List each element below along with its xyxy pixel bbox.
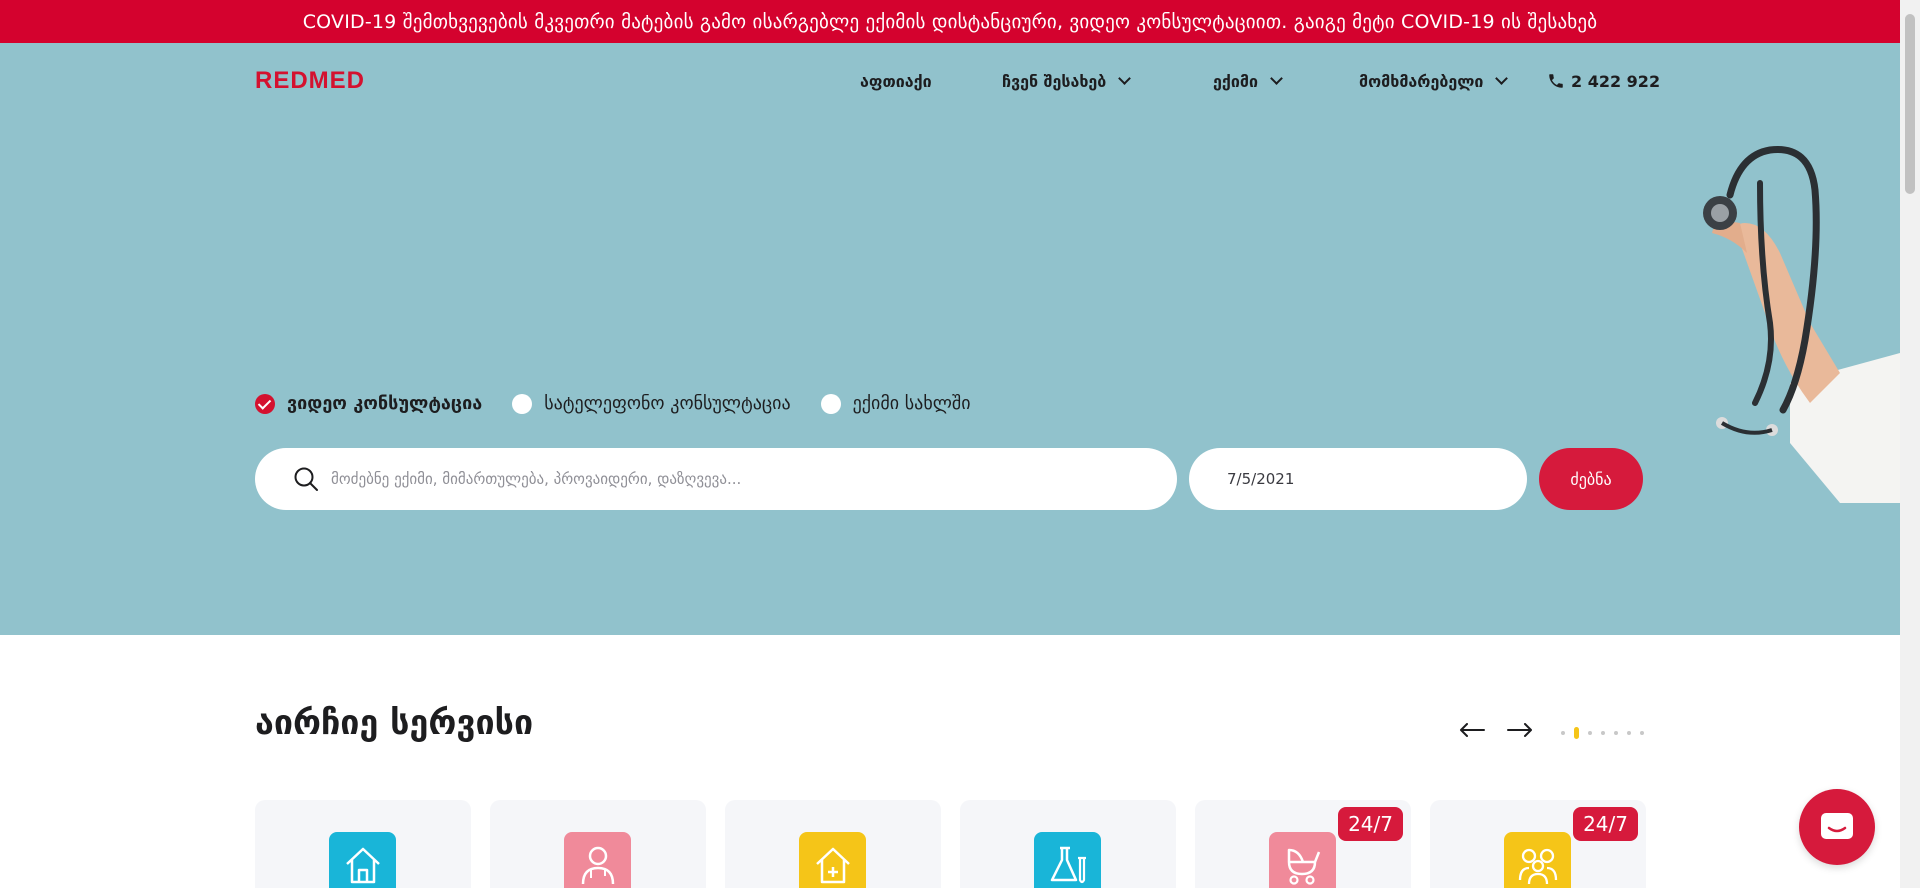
carousel-dot[interactable] [1614,731,1618,735]
radio-icon[interactable] [820,393,841,414]
phone-icon [1549,74,1563,88]
radio-checked-icon[interactable] [255,393,275,414]
home-icon [329,832,396,888]
nav-about-label: ჩვენ შესახებ [1002,71,1107,91]
service-card-home-care[interactable] [725,800,941,888]
hero-section: REDMED აფთიაქი ჩვენ შესახებ ექიმი მომხმა… [0,43,1900,635]
chevron-down-icon [1495,72,1509,85]
nav-doctor[interactable]: ექიმი [1213,65,1283,97]
service-card-home[interactable] [255,800,471,888]
option-home-label[interactable]: ექიმი სახლში [853,393,971,414]
lab-flask-icon [1034,832,1101,888]
service-card-lab[interactable] [960,800,1176,888]
arrow-left-icon[interactable] [1459,723,1485,737]
covid-banner[interactable]: COVID-19 შემთხვევების მკვეთრი მატების გა… [0,0,1900,43]
nav-phone[interactable]: 2 422 922 [1547,65,1660,97]
group-icon [1504,832,1571,888]
service-card-doctor[interactable] [490,800,706,888]
option-phone[interactable]: სატელეფონო კონსულტაცია [512,393,791,414]
section-title: აირჩიე სერვისი [255,703,534,743]
option-home[interactable]: ექიმი სახლში [820,393,971,414]
carousel-dot[interactable] [1588,731,1592,735]
option-video[interactable]: ვიდეო კონსულტაცია [255,393,482,414]
nav-pharmacy-label: აფთიაქი [860,71,932,91]
date-input[interactable]: 7/5/2021 [1189,448,1527,510]
banner-text[interactable]: COVID-19 შემთხვევების მკვეთრი მატების გა… [303,11,1598,33]
badge-24-7: 24/7 [1573,807,1638,841]
carousel-dot[interactable] [1561,731,1565,735]
chevron-down-icon [1270,72,1283,85]
logo[interactable]: REDMED [255,67,365,95]
phone-number: 2 422 922 [1571,71,1661,91]
chat-widget-button[interactable] [1799,789,1875,865]
search-button[interactable]: ძებნა [1539,448,1643,510]
arrow-right-icon[interactable] [1507,723,1533,737]
option-phone-label[interactable]: სატელეფონო კონსულტაცია [544,393,790,414]
search-icon [294,467,318,491]
search-input[interactable]: მოძებნე ექიმი, მიმართულება, პროვაიდერი, … [255,448,1177,510]
badge-24-7: 24/7 [1338,807,1403,841]
scrollbar[interactable] [1900,0,1920,888]
nav-pharmacy[interactable]: აფთიაქი [860,65,932,97]
radio-icon[interactable] [512,393,533,414]
carousel-dot[interactable] [1601,731,1605,735]
chat-icon [1821,813,1853,839]
option-video-label[interactable]: ვიდეო კონსულტაცია [287,393,482,414]
scrollbar-thumb[interactable] [1905,14,1915,194]
nav-user[interactable]: მომხმარებელი [1359,65,1509,97]
search-button-label: ძებნა [1570,469,1612,489]
date-value: 7/5/2021 [1227,470,1295,488]
service-card-pediatric[interactable]: 24/7 [1195,800,1411,888]
stroller-icon [1269,832,1336,888]
doctor-icon [564,832,631,888]
service-cards: 24/7 24/7 [255,800,1665,888]
carousel-dot[interactable] [1627,731,1631,735]
carousel-pagination [1561,727,1653,739]
consultation-type-group: ვიდეო კონსულტაცია სატელეფონო კონსულტაცია… [255,393,1001,414]
nav-doctor-label: ექიმი [1213,71,1258,91]
doctor-stethoscope-image [1703,146,1900,503]
carousel-dot-active[interactable] [1574,727,1579,739]
carousel-dot[interactable] [1640,731,1644,735]
nav-about[interactable]: ჩვენ შესახებ [1002,65,1132,97]
search-placeholder: მოძებნე ექიმი, მიმართულება, პროვაიდერი, … [331,470,742,488]
home-plus-icon [799,832,866,888]
service-card-family[interactable]: 24/7 [1430,800,1646,888]
nav-user-label: მომხმარებელი [1359,71,1484,91]
chevron-down-icon [1118,72,1132,85]
